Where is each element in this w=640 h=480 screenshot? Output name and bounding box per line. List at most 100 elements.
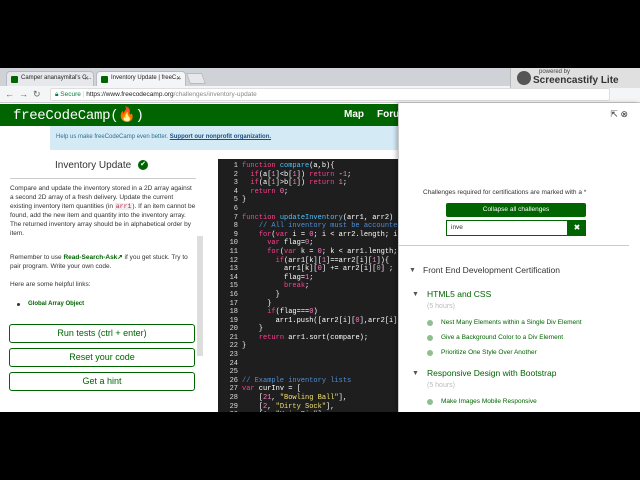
reset-code-button[interactable]: Reset your code	[9, 348, 195, 367]
completed-dot-icon	[427, 350, 433, 356]
challenge-title: Inventory Update	[55, 160, 132, 171]
line-number: 16	[229, 290, 238, 299]
line-number: 20	[229, 325, 238, 334]
completed-dot-icon	[427, 399, 433, 405]
line-number: 6	[233, 204, 238, 213]
challenge-panel: Inventory Update ✔ Compare and update th…	[0, 150, 205, 412]
nav-map-link[interactable]: Map	[344, 109, 364, 120]
address-bar: ← → ↻ 🔒︎ Secure | https://www.freecodeca…	[0, 86, 640, 103]
close-icon[interactable]: ⊗	[620, 109, 628, 119]
fcc-logo[interactable]: freeCodeCamp(🔥)	[13, 107, 144, 124]
url-host: https://www.freecodecamp.org	[86, 91, 174, 98]
line-number: 27	[229, 385, 238, 394]
collapse-all-button[interactable]: Collapse all challenges	[446, 203, 586, 217]
line-number: 3	[233, 179, 238, 188]
challenge-description: Compare and update the inventory stored …	[10, 184, 196, 238]
tab-inventory[interactable]: Inventory Update | freeC... ✕	[96, 71, 186, 86]
line-number: 24	[229, 359, 238, 368]
line-number: 1	[233, 162, 238, 170]
line-number: 28	[229, 394, 238, 403]
caret-down-icon[interactable]: ▼	[412, 370, 419, 377]
popout-icon[interactable]: ⇱	[610, 109, 618, 119]
line-number: 4	[233, 187, 238, 196]
line-number: 11	[229, 247, 238, 256]
banner-text: Help us make freeCodeCamp even better.	[56, 134, 170, 140]
challenge-link[interactable]: Prioritize One Style Over Another	[441, 349, 537, 356]
divider	[399, 245, 629, 246]
line-number: 18	[229, 308, 238, 317]
caret-down-icon[interactable]: ▼	[412, 291, 419, 298]
code-lines: function compare(a,b){ if(a[1]<b[1]) ret…	[242, 162, 400, 412]
get-hint-button[interactable]: Get a hint	[9, 372, 195, 391]
completed-check-icon: ✔	[138, 160, 148, 170]
panel-icons: ⇱ ⊗	[610, 109, 628, 120]
fcc-favicon-icon	[11, 76, 18, 83]
back-icon[interactable]: ←	[5, 89, 14, 99]
run-tests-button[interactable]: Run tests (ctrl + enter)	[9, 324, 195, 343]
completed-dot-icon	[427, 320, 433, 326]
line-number: 14	[229, 273, 238, 282]
lock-icon: 🔒︎	[55, 91, 59, 98]
completed-dot-icon	[427, 335, 433, 341]
donation-banner: Help us make freeCodeCamp even better. S…	[50, 126, 400, 150]
tab-label: Camper ananaymital's C...	[21, 75, 92, 81]
section-html5-css[interactable]: HTML5 and CSS	[427, 289, 491, 299]
helpful-links-heading: Here are some helpful links:	[10, 281, 91, 288]
line-number: 21	[229, 333, 238, 342]
forward-icon[interactable]: →	[19, 89, 28, 99]
fcc-favicon-icon	[101, 76, 108, 83]
close-icon[interactable]: ✕	[84, 75, 89, 82]
search-input[interactable]: inve	[446, 220, 568, 236]
screencastify-logo-icon	[517, 71, 531, 85]
watermark-big: Screencastify Lite	[533, 75, 619, 86]
line-number: 12	[229, 256, 238, 265]
global-array-link[interactable]: Global Array Object	[28, 301, 84, 307]
bullet-icon	[17, 303, 20, 306]
read-search-ask-link[interactable]: Read-Search-Ask	[63, 254, 117, 261]
code-editor[interactable]: 1 2 3 4 5 6 7 8 9 10 11 12 13 14 15 16 17 18 19 20 21 22 23 24 2…	[218, 159, 400, 412]
section-hours: (5 hours)	[427, 303, 456, 310]
challenge-link[interactable]: Give a Background Color to a Div Element	[441, 334, 563, 341]
challenge-link[interactable]: Make Images Mobile Responsive	[441, 398, 537, 405]
section-responsive-design[interactable]: Responsive Design with Bootstrap	[427, 368, 556, 378]
secure-label: Secure	[60, 91, 81, 98]
line-number: 7	[233, 213, 238, 222]
map-panel: ⇱ ⊗ Challenges required for certificatio…	[398, 103, 640, 412]
close-icon[interactable]: ✕	[176, 75, 181, 82]
reload-icon[interactable]: ↻	[33, 89, 41, 100]
caret-down-icon[interactable]: ▼	[409, 267, 416, 274]
cert-note: Challenges required for certifications a…	[423, 189, 587, 196]
line-number: 13	[229, 265, 238, 274]
line-number: 19	[229, 316, 238, 325]
remember-text: Remember to use Read-Search-Ask↗ if you …	[10, 253, 196, 271]
line-number: 9	[233, 230, 238, 239]
line-number: 5	[233, 196, 238, 205]
tab-camper[interactable]: Camper ananaymital's C... ✕	[6, 71, 94, 86]
section-hours: (5 hours)	[427, 382, 456, 389]
banner-link[interactable]: Support our nonprofit organization.	[170, 134, 271, 140]
line-number: 26	[229, 376, 238, 385]
letterbox-bottom	[0, 412, 640, 480]
scrollbar[interactable]	[197, 236, 203, 356]
url-input[interactable]: 🔒︎ Secure | https://www.freecodecamp.org…	[50, 88, 610, 101]
url-path: /challenges/inventory-update	[173, 91, 257, 98]
tab-label: Inventory Update | freeC...	[111, 75, 182, 81]
inline-code: arr1	[114, 203, 133, 210]
challenge-link[interactable]: Nest Many Elements within a Single Div E…	[441, 319, 582, 326]
remember-pre: Remember to use	[10, 254, 64, 261]
new-tab-button[interactable]	[185, 73, 207, 84]
line-number: 2	[233, 170, 238, 179]
line-number: 23	[229, 351, 238, 360]
screencastify-watermark: powered by Screencastify Lite	[510, 68, 640, 88]
screen: Camper ananaymital's C... ✕ Inventory Up…	[0, 68, 640, 412]
line-number: 29	[229, 402, 238, 411]
cert-heading[interactable]: Front End Development Certification	[423, 265, 560, 275]
clear-search-button[interactable]: ✖	[568, 220, 586, 236]
line-number: 17	[229, 299, 238, 308]
line-number: 15	[229, 282, 238, 291]
line-numbers: 1 2 3 4 5 6 7 8 9 10 11 12 13 14 15 16 17 18 19 20 21 22 23 24 2…	[218, 162, 238, 412]
divider	[10, 178, 196, 179]
line-number: 22	[229, 342, 238, 351]
line-number: 25	[229, 368, 238, 377]
line-number: 10	[229, 239, 238, 248]
